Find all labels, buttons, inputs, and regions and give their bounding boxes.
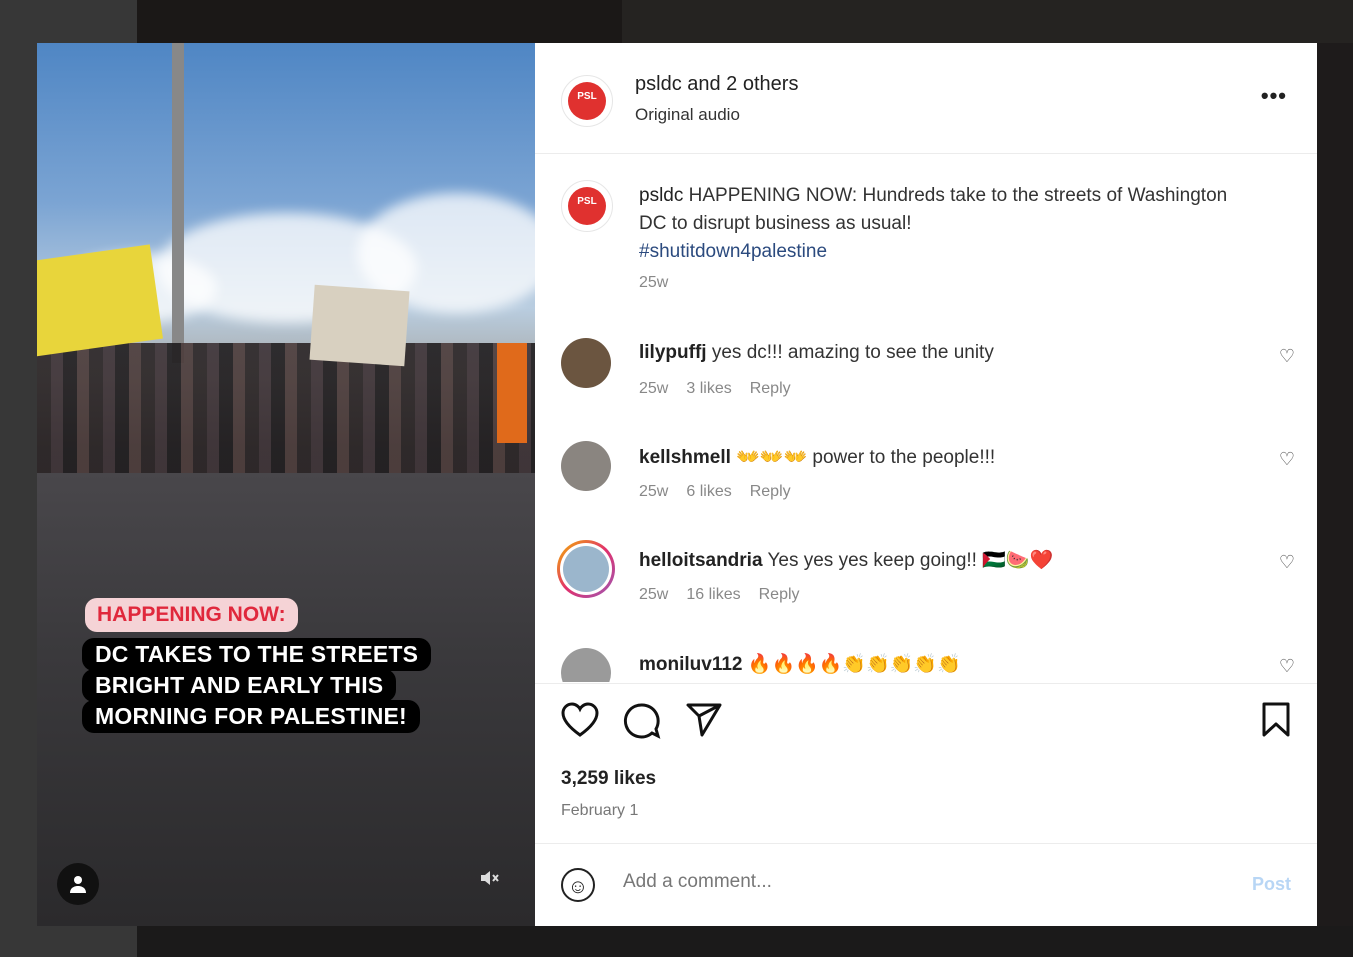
comment-bubble-icon[interactable]	[623, 702, 661, 746]
bookmark-icon[interactable]	[1261, 702, 1291, 744]
reply-button[interactable]: Reply	[750, 483, 791, 500]
post-modal: HAPPENING NOW: DC TAKES TO THE STREETS B…	[37, 43, 1317, 926]
emoji-icon[interactable]: ☺	[561, 868, 595, 902]
comment-text: 🔥🔥🔥🔥👏👏👏👏👏	[747, 654, 961, 675]
heart-icon[interactable]: ♡	[1279, 346, 1295, 367]
comment-username[interactable]: lilypuffj	[639, 342, 707, 363]
comment-likes[interactable]: 6 likes	[686, 483, 731, 500]
commenter-avatar[interactable]	[561, 338, 611, 388]
commenter-avatar[interactable]	[561, 648, 611, 682]
comment-username[interactable]: kellshmell	[639, 447, 731, 468]
post-author[interactable]: psldc and 2 others	[635, 73, 798, 96]
heart-icon[interactable]: ♡	[1279, 656, 1295, 677]
caption-line-1: DC TAKES TO THE STREETS	[82, 638, 432, 671]
comment-item: lilypuffj yes dc!!! amazing to see the u…	[535, 334, 1317, 434]
audio-label[interactable]: Original audio	[635, 105, 740, 125]
video-caption-overlay: HAPPENING NOW: DC TAKES TO THE STREETS B…	[82, 598, 432, 733]
comment-time: 25w	[639, 380, 669, 397]
post-button[interactable]: Post	[1252, 874, 1291, 895]
caption-line-3: MORNING FOR PALESTINE!	[82, 700, 420, 733]
caption-line-2: BRIGHT AND EARLY THIS	[82, 669, 397, 702]
comment-time: 25w	[639, 586, 669, 603]
muted-speaker-icon[interactable]	[475, 867, 503, 895]
psldc-avatar[interactable]: PSL	[561, 75, 613, 127]
post-details-panel: PSL psldc and 2 others Original audio ••…	[535, 43, 1317, 926]
heart-icon[interactable]: ♡	[1279, 449, 1295, 470]
happening-now-tag: HAPPENING NOW:	[85, 598, 298, 632]
caption-hashtag[interactable]: #shutitdown4palestine	[639, 238, 1239, 266]
comment-time: 25w	[639, 483, 669, 500]
caption-text: HAPPENING NOW: Hundreds take to the stre…	[639, 185, 1228, 234]
comments-list[interactable]: PSL psldc HAPPENING NOW: Hundreds take t…	[535, 154, 1317, 682]
comment-likes[interactable]: 3 likes	[686, 380, 731, 397]
caption-timestamp: 25w	[639, 274, 669, 291]
comment-username[interactable]: moniluv112	[639, 654, 743, 675]
add-comment-bar: ☺ Post	[535, 843, 1317, 927]
comment-likes[interactable]: 16 likes	[686, 586, 740, 603]
like-heart-icon[interactable]	[561, 702, 599, 744]
commenter-avatar[interactable]	[561, 441, 611, 491]
heart-icon[interactable]: ♡	[1279, 552, 1295, 573]
comment-text: 👐👐👐 power to the people!!!	[736, 447, 996, 468]
add-comment-input[interactable]	[621, 870, 1185, 894]
comment-item: moniluv112 🔥🔥🔥🔥👏👏👏👏👏 ♡	[535, 644, 1317, 682]
caption-username[interactable]: psldc	[639, 185, 683, 206]
reply-button[interactable]: Reply	[759, 586, 800, 603]
likes-count[interactable]: 3,259 likes	[561, 768, 656, 790]
post-header: PSL psldc and 2 others Original audio ••…	[535, 43, 1317, 154]
comment-text: Yes yes yes keep going!! 🇵🇸🍉❤️	[767, 550, 1054, 571]
more-horizontal-icon[interactable]: •••	[1261, 83, 1287, 109]
comment-text: yes dc!!! amazing to see the unity	[711, 342, 994, 363]
post-date: February 1	[561, 802, 639, 819]
user-icon[interactable]	[57, 863, 99, 905]
comment-item: helloitsandria Yes yes yes keep going!! …	[535, 540, 1317, 640]
reply-button[interactable]: Reply	[750, 380, 791, 397]
psldc-avatar[interactable]: PSL	[561, 180, 613, 232]
share-send-icon[interactable]	[685, 702, 723, 744]
comment-item: kellshmell 👐👐👐 power to the people!!! 25…	[535, 437, 1317, 537]
post-video[interactable]: HAPPENING NOW: DC TAKES TO THE STREETS B…	[37, 43, 535, 926]
story-ring-avatar[interactable]	[557, 540, 615, 598]
comment-username[interactable]: helloitsandria	[639, 550, 763, 571]
